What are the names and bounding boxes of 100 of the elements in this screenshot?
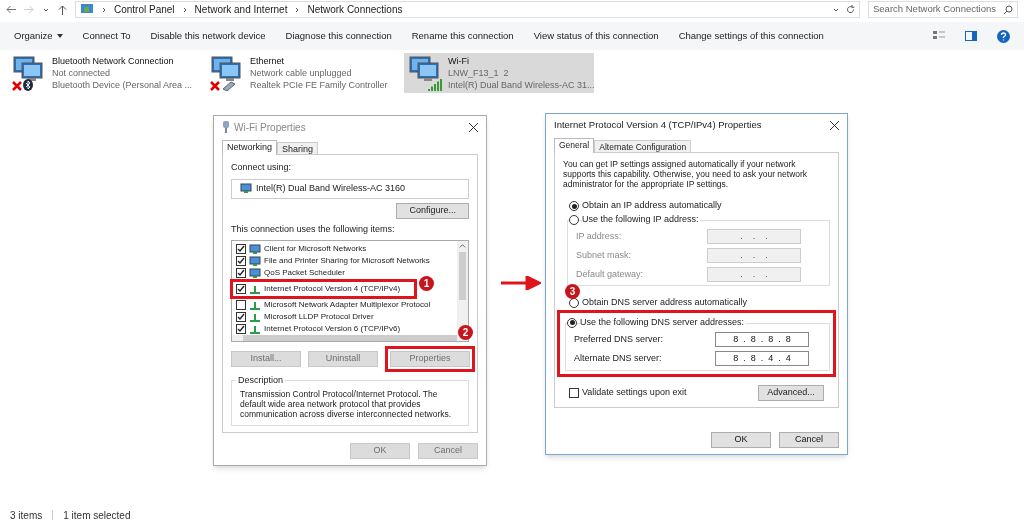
radio-button[interactable] xyxy=(569,215,579,225)
adapter-status: Network cable unplugged xyxy=(250,67,353,79)
refresh-icon[interactable] xyxy=(846,5,855,14)
checkbox[interactable] xyxy=(569,388,579,398)
checkbox-label: Validate settings upon exit xyxy=(582,386,687,400)
search-icon[interactable] xyxy=(1004,5,1013,14)
ip-address-field[interactable]: 8 . 8 . 8 . 8 xyxy=(715,332,809,347)
list-item[interactable]: Client for Microsoft Networks xyxy=(236,243,367,255)
item-label: Internet Protocol Version 4 (TCP/IPv4) xyxy=(264,283,401,295)
option-label: Obtain an IP address automatically xyxy=(582,199,724,213)
scroll-up-icon[interactable] xyxy=(459,243,466,250)
breadcrumb[interactable]: Network Connections xyxy=(307,2,403,17)
checkbox[interactable] xyxy=(236,244,246,254)
checkbox[interactable] xyxy=(236,312,246,322)
computer-icon xyxy=(249,255,261,267)
radio-button[interactable] xyxy=(569,201,579,211)
toolbar-button[interactable]: View status of this connection xyxy=(533,28,659,44)
checkbox[interactable] xyxy=(236,324,246,334)
status-text: 3 items xyxy=(10,508,43,523)
item-label: Client for Microsoft Networks xyxy=(264,243,367,255)
adapter-device: Bluetooth Device (Personal Area ... xyxy=(52,79,193,91)
search-field[interactable]: Search Network Connections xyxy=(868,1,1018,18)
checkbox[interactable] xyxy=(236,256,246,266)
up-arrow-icon[interactable] xyxy=(58,4,67,15)
network-node-icon xyxy=(249,299,261,311)
adapter-status: Not connected xyxy=(52,67,112,79)
computer-icon xyxy=(240,183,252,194)
network-node-icon xyxy=(249,323,261,335)
status-text: 1 item selected xyxy=(63,508,131,523)
step-number-badge: 3 xyxy=(565,284,580,299)
signal-bars-icon xyxy=(428,79,442,91)
list-item[interactable]: Microsoft LLDP Protocol Driver xyxy=(236,311,374,323)
view-options-icon[interactable] xyxy=(933,31,945,41)
toolbar-button[interactable]: Rename this connection xyxy=(411,28,514,44)
computer-icon xyxy=(249,267,261,279)
breadcrumb[interactable]: Network and Internet xyxy=(194,2,288,17)
address-bar[interactable]: Control Panel Network and Internet Network Connections xyxy=(75,1,860,18)
item-label: Microsoft LLDP Protocol Driver xyxy=(264,311,374,323)
vertical-scrollbar[interactable] xyxy=(457,241,468,335)
checkbox[interactable] xyxy=(236,268,246,278)
toolbar-button[interactable]: Disable this network device xyxy=(150,28,266,44)
network-node-icon xyxy=(249,283,261,295)
breadcrumb[interactable]: Control Panel xyxy=(114,2,175,17)
ip-address-field[interactable]: 8 . 8 . 4 . 4 xyxy=(715,351,809,366)
list-item[interactable]: QoS Packet Scheduler xyxy=(236,267,345,279)
x-mark-icon xyxy=(210,81,220,91)
adapter-item[interactable]: Wi-Fi LNW_F13_1 2 Intel(R) Dual Band Wireless-AC 31... xyxy=(404,53,594,93)
section-label: This connection uses the following items: xyxy=(231,222,396,236)
wifi-adapter-icon xyxy=(222,121,230,133)
computer-icon xyxy=(249,243,261,255)
option-label: Use the following IP address: xyxy=(582,213,701,227)
adapter-name: Wi-Fi xyxy=(448,55,470,67)
network-node-icon xyxy=(249,311,261,323)
field-label: Preferred DNS server: xyxy=(574,332,664,346)
dialog-button[interactable]: OK xyxy=(711,432,771,448)
tab[interactable]: Networking xyxy=(222,140,278,155)
window-title: Wi-Fi Properties xyxy=(234,120,307,135)
help-icon[interactable] xyxy=(997,29,1010,43)
item-label: QoS Packet Scheduler xyxy=(264,267,345,279)
adapter-name: Bluetooth Network Connection xyxy=(52,55,175,67)
chevron-right-icon xyxy=(100,5,108,14)
field-label: Alternate DNS server: xyxy=(574,351,662,365)
cable-plug-icon xyxy=(221,79,237,91)
section-label: Connect using: xyxy=(231,161,293,174)
adapter-name: Ethernet xyxy=(250,55,286,67)
adapter-name: Intel(R) Dual Band Wireless-AC 3160 xyxy=(256,181,406,195)
control-panel-icon xyxy=(80,3,94,16)
configure-button[interactable]: Configure... xyxy=(396,202,469,219)
tab[interactable]: General xyxy=(554,138,595,153)
option-label: Obtain DNS server address automatically xyxy=(582,296,748,310)
intro-text: You can get IP settings assigned automatically if your network supports this capability. Otherwise, you need to ask your network administrator for the appropriate IP settings. xyxy=(563,159,809,189)
radio-button[interactable] xyxy=(567,317,577,328)
description-text: Transmission Control Protocol/Internet Protocol. The default wide area network protocol that provides communication across diverse interconnected networks. xyxy=(240,389,453,419)
field-label: Default gateway: xyxy=(576,267,644,281)
list-item[interactable]: Internet Protocol Version 6 (TCP/IPv6) xyxy=(236,323,401,335)
list-item[interactable]: Internet Protocol Version 4 (TCP/IPv4) xyxy=(236,283,401,295)
bluetooth-icon xyxy=(23,79,33,91)
window-title: Internet Protocol Version 4 (TCP/IPv4) Properties xyxy=(554,117,763,132)
advanced-button[interactable]: Advanced... xyxy=(758,385,824,401)
field-label: IP address: xyxy=(576,229,622,243)
close-icon[interactable] xyxy=(469,122,478,132)
toolbar-button[interactable]: Diagnose this connection xyxy=(285,28,392,44)
caret-icon xyxy=(56,34,63,38)
preview-pane-icon[interactable] xyxy=(965,31,977,41)
x-mark-icon xyxy=(12,81,22,91)
toolbar-button[interactable]: Connect To xyxy=(82,28,131,44)
search-input[interactable]: Search Network Connections xyxy=(873,2,1004,17)
adapter-item[interactable]: Ethernet Network cable unplugged Realtek PCIe FE Family Controller xyxy=(206,53,396,93)
checkbox[interactable] xyxy=(236,300,246,310)
dialog-button[interactable]: Cancel xyxy=(779,432,839,448)
step-number-badge: 1 xyxy=(419,276,435,291)
adapter-item[interactable]: Bluetooth Network Connection Not connected Bluetooth Device (Personal Area ... xyxy=(8,53,198,93)
checkbox[interactable] xyxy=(236,284,246,294)
toolbar-button[interactable]: Change settings of this connection xyxy=(678,28,824,44)
adapter-status: LNW_F13_1 2 xyxy=(448,67,510,79)
adapter-device: Realtek PCIe FE Family Controller xyxy=(250,79,388,91)
horizontal-scrollbar[interactable] xyxy=(232,335,468,341)
toolbar-button[interactable]: Organize xyxy=(14,28,63,44)
back-arrow-icon[interactable] xyxy=(6,5,16,14)
close-icon[interactable] xyxy=(830,120,839,130)
